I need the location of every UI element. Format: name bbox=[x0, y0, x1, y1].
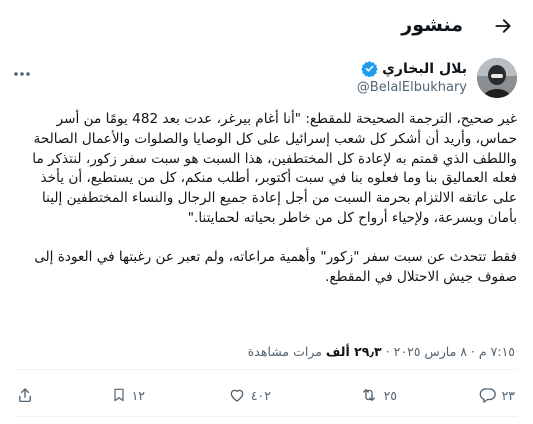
meta-separator: · bbox=[385, 344, 390, 359]
heart-icon bbox=[228, 386, 246, 404]
tweet-time[interactable]: ٧:١٥ م bbox=[479, 344, 515, 359]
views-count: ٢٩٫٣ ألف bbox=[325, 344, 382, 359]
like-count: ٤٠٢ bbox=[250, 387, 271, 403]
avatar[interactable] bbox=[477, 58, 517, 98]
tweet-meta: ٧:١٥ م · ٨ مارس ٢٠٢٥ · ٢٩٫٣ ألف مرات مشا… bbox=[248, 344, 515, 359]
reply-button[interactable]: ٢٣ bbox=[479, 386, 515, 404]
retweet-count: ٢٥ bbox=[383, 387, 397, 403]
reply-icon bbox=[479, 386, 497, 404]
back-button[interactable] bbox=[491, 16, 515, 40]
bookmark-icon bbox=[111, 386, 127, 404]
tweet-text: غير صحيح، الترجمة الصحيحة للمقطع: "أنا أ… bbox=[16, 110, 517, 287]
retweet-icon bbox=[359, 386, 379, 404]
top-bar: منشور bbox=[0, 0, 533, 56]
more-options-button[interactable] bbox=[10, 62, 34, 80]
bookmark-button[interactable]: ١٢ bbox=[111, 386, 145, 404]
reply-count: ٢٣ bbox=[501, 387, 515, 403]
display-name-row: بلال البخاري bbox=[357, 60, 467, 77]
tweet-actions-bar: ٢٣ ٢٥ ٤٠٢ ١٢ bbox=[0, 378, 533, 414]
verified-badge-icon bbox=[361, 60, 378, 77]
divider bbox=[16, 416, 517, 417]
more-horizontal-icon bbox=[13, 62, 31, 81]
share-icon bbox=[16, 386, 34, 404]
share-button[interactable] bbox=[16, 386, 34, 404]
tweet-author-header: بلال البخاري @BelalElbukhary bbox=[0, 58, 533, 102]
author-handle[interactable]: @BelalElbukhary bbox=[357, 80, 467, 95]
views-label: مرات مشاهدة bbox=[247, 344, 322, 359]
author-names: بلال البخاري @BelalElbukhary bbox=[357, 60, 467, 96]
tweet-paragraph-1: غير صحيح، الترجمة الصحيحة للمقطع: "أنا أ… bbox=[32, 111, 517, 226]
page-title: منشور bbox=[401, 14, 463, 36]
tweet-date[interactable]: ٨ مارس ٢٠٢٥ bbox=[394, 344, 467, 359]
tweet-paragraph-2: فقط تتحدث عن سبت سفر "زكور" وأهمية مراعا… bbox=[34, 248, 517, 285]
arrow-back-icon bbox=[493, 16, 513, 40]
meta-separator: · bbox=[470, 344, 475, 359]
bookmark-count: ١٢ bbox=[131, 387, 145, 403]
author-display-name[interactable]: بلال البخاري bbox=[382, 61, 467, 77]
divider bbox=[16, 369, 517, 370]
like-button[interactable]: ٤٠٢ bbox=[228, 386, 271, 404]
retweet-button[interactable]: ٢٥ bbox=[359, 386, 397, 404]
